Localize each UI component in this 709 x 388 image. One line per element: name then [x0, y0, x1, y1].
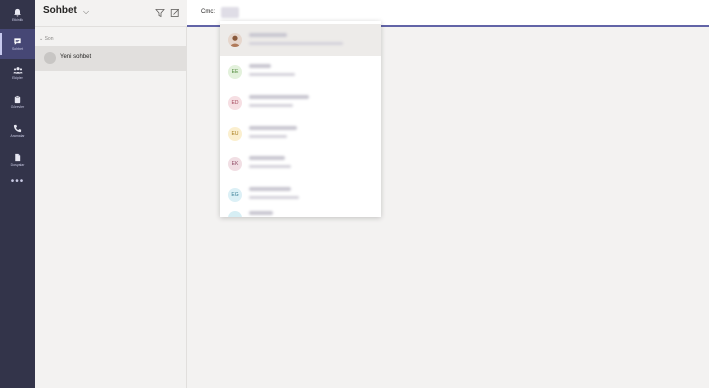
chat-list-pane: Sohbet ⌵ ⌄ Son Yeni sohbet	[35, 0, 187, 388]
rail-item-files[interactable]: Dosyalar	[0, 145, 35, 175]
suggestion-item[interactable]: ED	[220, 87, 381, 119]
chat-icon	[13, 37, 22, 46]
rail-label-tasks: Görevler	[10, 104, 25, 109]
filter-icon	[155, 9, 165, 18]
files-icon	[13, 153, 22, 162]
more-apps-button[interactable]: •••	[0, 177, 35, 187]
avatar	[44, 52, 56, 64]
suggestion-item[interactable]: EU	[220, 118, 381, 150]
suggestion-item[interactable]	[220, 205, 381, 217]
chat-list-item-label: Yeni sohbet	[60, 54, 92, 60]
suggestion-item[interactable]	[220, 24, 381, 56]
chevron-down-icon[interactable]: ⌵	[83, 7, 89, 17]
avatar	[228, 211, 242, 217]
teams-icon	[13, 66, 23, 75]
recent-section-label[interactable]: ⌄ Son	[39, 36, 53, 42]
suggestion-item[interactable]: EE	[220, 56, 381, 88]
recipient-input[interactable]	[221, 7, 239, 18]
phone-icon	[13, 124, 22, 133]
avatar: EE	[228, 65, 242, 79]
rail-item-teams[interactable]: Ekipler	[0, 58, 35, 88]
chat-list-title[interactable]: Sohbet	[43, 5, 77, 16]
bell-icon	[13, 8, 22, 17]
rail-item-tasks[interactable]: Görevler	[0, 87, 35, 117]
rail-item-chat[interactable]: Sohbet	[0, 29, 35, 59]
filter-button[interactable]	[155, 5, 167, 18]
rail-label-chat: Sohbet	[11, 46, 24, 51]
chat-list-header: Sohbet ⌵	[35, 0, 187, 27]
rail-label-files: Dosyalar	[10, 162, 25, 167]
to-label: Cmc:	[201, 9, 215, 15]
compose-icon	[170, 8, 180, 17]
rail-item-activity[interactable]: Etkinlik	[0, 0, 35, 30]
rail-label-teams: Ekipler	[12, 75, 23, 80]
people-suggestions-dropdown: EE ED EU EK EG	[220, 21, 381, 217]
suggestion-item[interactable]: EK	[220, 148, 381, 180]
avatar	[228, 33, 242, 47]
rail-item-calls[interactable]: Aramalar	[0, 116, 35, 146]
avatar: ED	[228, 96, 242, 110]
app-bar: Etkinlik Sohbet Ekipler Görevler Aramala…	[0, 0, 35, 388]
avatar: EU	[228, 127, 242, 141]
new-chat-button[interactable]	[170, 5, 182, 17]
chat-list-item-new[interactable]: Yeni sohbet	[35, 46, 186, 71]
avatar: EK	[228, 157, 242, 171]
avatar: EG	[228, 188, 242, 202]
rail-label-calls: Aramalar	[10, 133, 25, 138]
person-photo-icon	[230, 35, 240, 47]
rail-label-activity: Etkinlik	[11, 17, 24, 22]
tasks-icon	[13, 95, 22, 104]
